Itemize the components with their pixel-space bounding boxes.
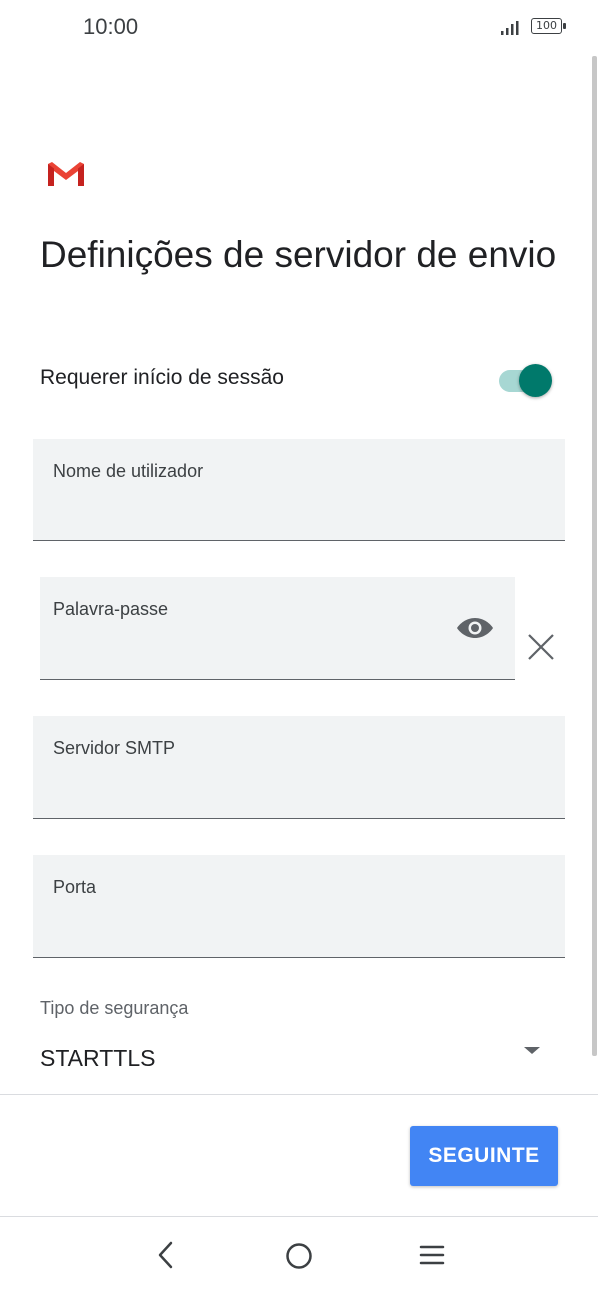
battery-icon: 100 [531, 18, 567, 36]
menu-icon[interactable] [418, 1243, 446, 1267]
next-button[interactable]: SEGUINTE [410, 1126, 558, 1186]
smtp-server-field[interactable]: Servidor SMTP [33, 716, 565, 819]
close-icon[interactable] [526, 632, 556, 662]
require-login-label: Requerer início de sessão [40, 366, 284, 389]
security-type-label: Tipo de segurança [40, 998, 189, 1018]
navigation-bar [0, 1217, 598, 1295]
scrollbar[interactable] [592, 56, 597, 1056]
password-field[interactable]: Palavra-passe [40, 577, 515, 680]
password-label: Palavra-passe [53, 599, 169, 619]
username-field[interactable]: Nome de utilizador [33, 439, 565, 541]
footer-divider [0, 1094, 598, 1095]
page-title: Definições de servidor de envio [40, 234, 557, 275]
signal-icon [501, 21, 519, 35]
eye-icon[interactable] [456, 613, 494, 643]
status-bar: 10:00 100 [0, 0, 598, 56]
security-type-select[interactable]: STARTTLS [40, 1045, 155, 1072]
dropdown-arrow-icon[interactable] [522, 1044, 542, 1056]
gmail-logo [48, 162, 84, 186]
username-label: Nome de utilizador [53, 461, 204, 481]
require-login-toggle[interactable] [499, 364, 553, 398]
battery-level: 100 [531, 18, 562, 34]
smtp-server-label: Servidor SMTP [53, 738, 176, 758]
port-field[interactable]: Porta [33, 855, 565, 958]
port-label: Porta [53, 877, 97, 897]
back-icon[interactable] [150, 1237, 182, 1273]
home-icon[interactable] [284, 1241, 314, 1271]
status-time: 10:00 [83, 14, 139, 39]
